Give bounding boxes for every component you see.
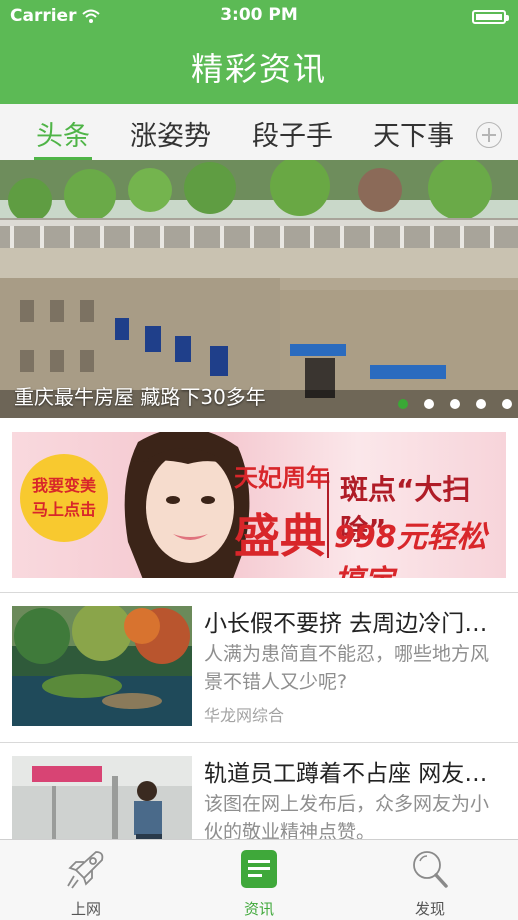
- category-tabs: 头条 涨姿势 段子手 天下事: [0, 104, 518, 161]
- ad-badge-line2: 马上点击: [31, 500, 96, 519]
- carousel-dot[interactable]: [424, 399, 434, 409]
- tab-zhangzishi[interactable]: 涨姿势: [130, 114, 211, 160]
- carousel-page-indicator[interactable]: [382, 394, 512, 409]
- news-source: 华龙网综合: [204, 706, 285, 725]
- document-icon: [241, 850, 277, 888]
- tabbar-label: 上网: [70, 900, 101, 918]
- news-title[interactable]: 轨道员工蹲着不占座 网友点赞: [204, 754, 504, 788]
- ad-divider: [327, 472, 329, 558]
- battery-icon: [472, 10, 509, 24]
- carousel-dot[interactable]: [476, 399, 486, 409]
- carousel-dot[interactable]: [502, 399, 512, 409]
- ad-badge[interactable]: 我要变美 马上点击: [20, 454, 108, 542]
- ad-headline-1: 天妃周年: [234, 464, 330, 492]
- hero-caption: 重庆最牛房屋 藏路下30多年: [14, 385, 266, 409]
- ad-badge-line1: 我要变美: [31, 476, 96, 495]
- hero-image: [0, 160, 518, 418]
- news-summary: 该图在网上发布后，众多网友为小伙的敬业精神点赞。: [204, 793, 490, 843]
- tab-toutiao[interactable]: 头条: [34, 114, 92, 160]
- ad-headline-2: 盛典: [234, 509, 326, 563]
- carousel-dot[interactable]: [398, 399, 408, 409]
- tabbar-label: 发现: [414, 900, 445, 918]
- ad-tagline-2: 998元轻松搞定: [334, 520, 487, 578]
- hero-carousel[interactable]: 重庆最牛房屋 藏路下30多年: [0, 160, 518, 418]
- add-tab-icon[interactable]: [476, 122, 502, 148]
- top-bar: Carrier 3:00 PM 精彩资讯: [0, 0, 518, 104]
- tab-duanzishou[interactable]: 段子手: [252, 114, 333, 160]
- bottom-tab-bar: 上网 资讯 发现: [0, 839, 518, 920]
- tabbar-item-shangwang[interactable]: 上网: [36, 840, 136, 920]
- news-item[interactable]: 小长假不要挤 去周边冷门景点 人满为患简直不能忍，哪些地方风景不错人又少呢? 华…: [0, 592, 518, 742]
- tabbar-label: 资讯: [243, 900, 274, 918]
- news-summary: 人满为患简直不能忍，哪些地方风景不错人又少呢?: [204, 643, 490, 693]
- carousel-dot[interactable]: [450, 399, 460, 409]
- tab-tianxiashi[interactable]: 天下事: [373, 114, 454, 160]
- status-time: 3:00 PM: [220, 5, 298, 25]
- ad-banner[interactable]: 我要变美 马上点击 天妃周年 盛典 斑点“大扫除” 998元轻松搞定: [12, 432, 506, 578]
- rocket-icon: [67, 851, 104, 889]
- search-icon: [413, 851, 448, 888]
- status-bar: Carrier 3:00 PM: [0, 0, 518, 34]
- news-title[interactable]: 小长假不要挤 去周边冷门景点: [204, 604, 504, 638]
- tabbar-item-faxian[interactable]: 发现: [380, 840, 480, 920]
- tabbar-item-zixun[interactable]: 资讯: [209, 840, 309, 920]
- page-title: 精彩资讯: [190, 50, 327, 88]
- news-thumbnail: [12, 606, 192, 726]
